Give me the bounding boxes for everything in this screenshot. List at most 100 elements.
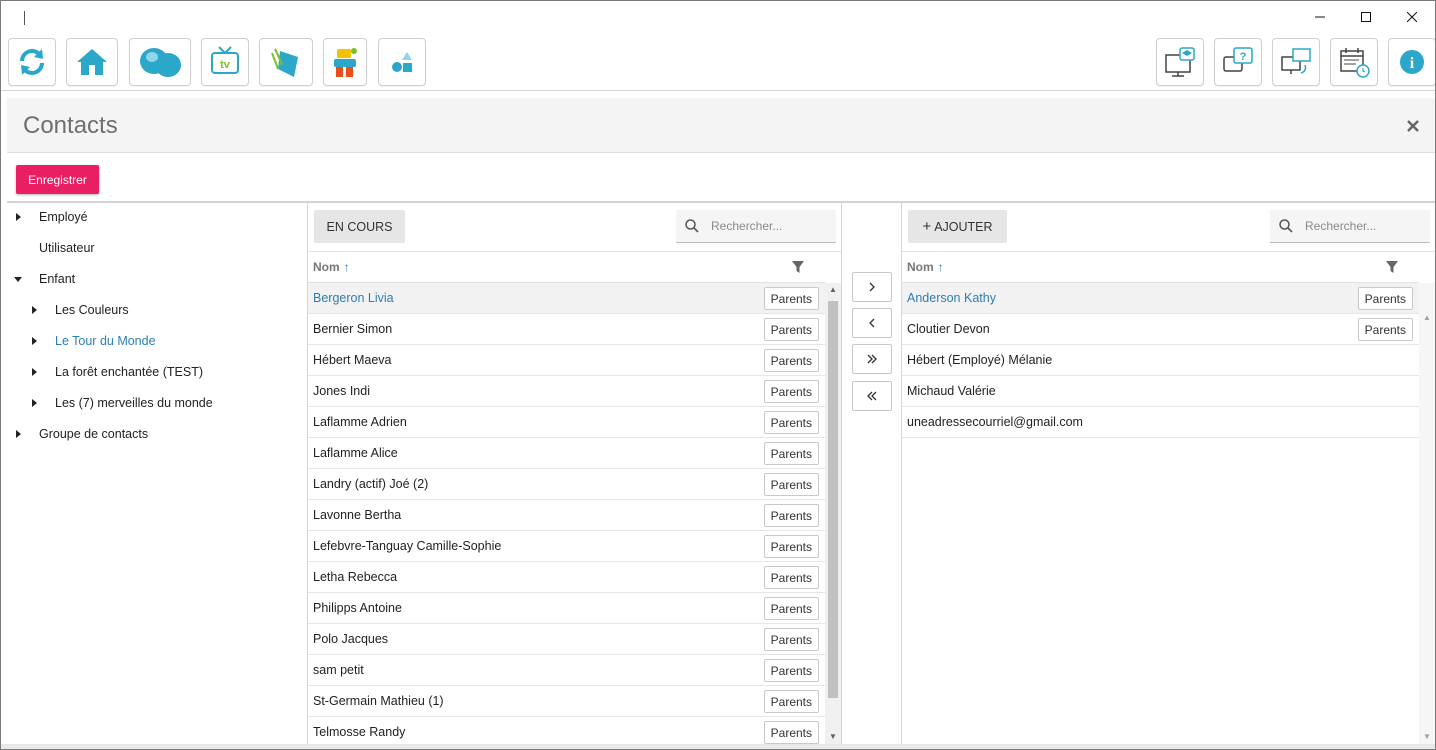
- contact-name: Lefebvre-Tanguay Camille-Sophie: [313, 539, 502, 553]
- contact-name: Telmosse Randy: [313, 725, 406, 739]
- tree-item[interactable]: Enfant: [13, 268, 75, 290]
- parents-button[interactable]: Parents: [763, 535, 819, 558]
- table-row[interactable]: Cloutier Devon Parents: [902, 314, 1419, 345]
- tree-item[interactable]: La forêt enchantée (TEST): [29, 361, 203, 383]
- parents-button[interactable]: Parents: [763, 690, 819, 713]
- table-row[interactable]: Laflamme Adrien Parents: [308, 407, 825, 438]
- tree-item[interactable]: Le Tour du Monde: [29, 330, 156, 352]
- sort-ascending-icon: ↑: [937, 260, 944, 274]
- table-row[interactable]: Laflamme Alice Parents: [308, 438, 825, 469]
- move-all-left-button[interactable]: [852, 381, 892, 411]
- table-row[interactable]: Polo Jacques Parents: [308, 624, 825, 655]
- table-row[interactable]: Philipps Antoine Parents: [308, 593, 825, 624]
- leaf-button[interactable]: [259, 38, 313, 86]
- tree-item-label: La forêt enchantée (TEST): [55, 365, 203, 379]
- table-row[interactable]: Landry (actif) Joé (2) Parents: [308, 469, 825, 500]
- table-row[interactable]: Bernier Simon Parents: [308, 314, 825, 345]
- parents-button[interactable]: Parents: [763, 318, 819, 341]
- scroll-down-icon[interactable]: ▼: [1423, 732, 1431, 741]
- scroll-up-icon[interactable]: ▲: [829, 285, 837, 294]
- filter-icon[interactable]: [791, 260, 805, 274]
- tree-item-label: Les (7) merveilles du monde: [55, 396, 213, 410]
- shapes-button[interactable]: [378, 38, 426, 86]
- parents-button[interactable]: Parents: [763, 597, 819, 620]
- save-button[interactable]: Enregistrer: [16, 165, 99, 194]
- table-row[interactable]: Bergeron Livia Parents: [308, 283, 825, 314]
- right-search-input[interactable]: [1305, 219, 1415, 233]
- right-column-header[interactable]: Nom ↑: [902, 252, 1419, 283]
- move-right-button[interactable]: [852, 272, 892, 302]
- info-button[interactable]: i: [1388, 38, 1435, 86]
- help-chat-button[interactable]: ?: [1214, 38, 1262, 86]
- calendar-clock-button[interactable]: [1330, 38, 1378, 86]
- character-button[interactable]: [323, 38, 367, 86]
- maximize-button[interactable]: [1343, 1, 1389, 33]
- en-cours-filter-button[interactable]: EN COURS: [314, 210, 405, 243]
- tv-button[interactable]: tv: [201, 38, 249, 86]
- table-row[interactable]: Lefebvre-Tanguay Camille-Sophie Parents: [308, 531, 825, 562]
- table-row[interactable]: Lavonne Bertha Parents: [308, 500, 825, 531]
- refresh-button[interactable]: [8, 38, 56, 86]
- tree-item-label: Utilisateur: [39, 241, 95, 255]
- scroll-down-icon[interactable]: ▼: [829, 732, 837, 741]
- contact-name: St-Germain Mathieu (1): [313, 694, 444, 708]
- left-scrollbar[interactable]: ▲ ▼: [825, 283, 841, 746]
- table-row[interactable]: St-Germain Mathieu (1) Parents: [308, 686, 825, 717]
- double-chevron-right-icon: [867, 354, 877, 364]
- caret-right-icon[interactable]: [29, 305, 39, 315]
- tree-item[interactable]: Les (7) merveilles du monde: [29, 392, 213, 414]
- move-left-button[interactable]: [852, 308, 892, 338]
- tree-item[interactable]: Groupe de contacts: [13, 423, 148, 445]
- caret-right-icon[interactable]: [13, 212, 23, 222]
- home-button[interactable]: [66, 38, 118, 86]
- parents-button[interactable]: Parents: [763, 659, 819, 682]
- parents-button[interactable]: Parents: [763, 628, 819, 651]
- tree-item[interactable]: Utilisateur: [13, 237, 95, 259]
- parents-button[interactable]: Parents: [1357, 318, 1413, 341]
- search-icon: [685, 219, 699, 233]
- right-scrollbar[interactable]: ▲ ▼: [1419, 283, 1435, 746]
- parents-button[interactable]: Parents: [763, 473, 819, 496]
- table-row[interactable]: Hébert Maeva Parents: [308, 345, 825, 376]
- table-row[interactable]: Michaud Valérie: [902, 376, 1419, 407]
- caret-right-icon[interactable]: [29, 398, 39, 408]
- left-search-input[interactable]: [711, 219, 821, 233]
- parents-button[interactable]: Parents: [763, 349, 819, 372]
- scroll-thumb[interactable]: [828, 301, 838, 698]
- table-row[interactable]: Hébert (Employé) Mélanie: [902, 345, 1419, 376]
- move-all-right-button[interactable]: [852, 344, 892, 374]
- table-row[interactable]: Jones Indi Parents: [308, 376, 825, 407]
- parents-button[interactable]: Parents: [763, 504, 819, 527]
- caret-down-icon[interactable]: [13, 274, 23, 284]
- parents-button[interactable]: Parents: [763, 287, 819, 310]
- parents-button[interactable]: Parents: [763, 442, 819, 465]
- parents-button[interactable]: Parents: [763, 566, 819, 589]
- filter-icon[interactable]: [1385, 260, 1399, 274]
- cloud-button[interactable]: [129, 38, 191, 86]
- table-row[interactable]: Anderson Kathy Parents: [902, 283, 1419, 314]
- remote-desktop-button[interactable]: [1272, 38, 1320, 86]
- monitor-education-button[interactable]: [1156, 38, 1204, 86]
- selected-contacts-panel: + AJOUTER Nom ↑ Anderson KathyParentsClo…: [901, 203, 1435, 749]
- caret-right-icon[interactable]: [13, 429, 23, 439]
- table-row[interactable]: Letha Rebecca Parents: [308, 562, 825, 593]
- window-close-button[interactable]: [1389, 1, 1435, 33]
- caret-right-icon[interactable]: [29, 336, 39, 346]
- parents-button[interactable]: Parents: [763, 411, 819, 434]
- left-column-header[interactable]: Nom ↑: [308, 252, 825, 283]
- parents-button[interactable]: Parents: [1357, 287, 1413, 310]
- caret-right-icon[interactable]: [29, 367, 39, 377]
- table-row[interactable]: uneadressecourriel@gmail.com: [902, 407, 1419, 438]
- tree-item[interactable]: Employé: [13, 206, 88, 228]
- close-page-button[interactable]: [1405, 118, 1421, 134]
- add-contact-button[interactable]: + AJOUTER: [908, 210, 1007, 243]
- minimize-button[interactable]: [1297, 1, 1343, 33]
- table-row[interactable]: sam petit Parents: [308, 655, 825, 686]
- calendar-clock-icon: [1340, 48, 1370, 78]
- contact-name: Bernier Simon: [313, 322, 393, 336]
- parents-button[interactable]: Parents: [763, 380, 819, 403]
- tree-item[interactable]: Les Couleurs: [29, 299, 129, 321]
- scroll-up-icon[interactable]: ▲: [1423, 313, 1431, 322]
- parents-button[interactable]: Parents: [763, 721, 819, 744]
- contact-name: Bergeron Livia: [313, 291, 394, 305]
